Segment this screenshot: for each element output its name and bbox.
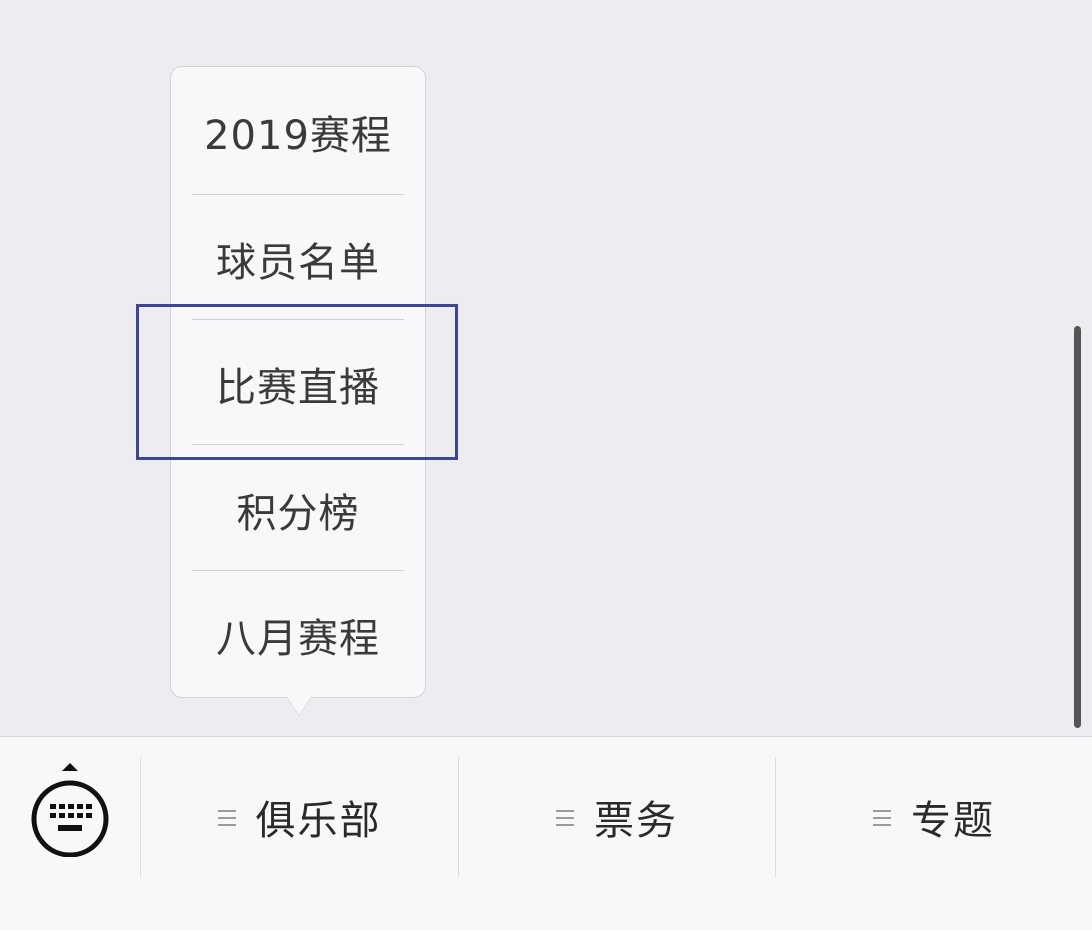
- menu-item-player-roster[interactable]: 球员名单: [171, 196, 425, 321]
- menu-icon: [556, 809, 574, 826]
- highlight-box: [136, 304, 458, 460]
- menu-item-label: 球员名单: [216, 239, 380, 286]
- bottom-menu-bar: 俱乐部 票务 专题: [0, 736, 1092, 930]
- menu-icon: [217, 809, 236, 826]
- scrollbar[interactable]: [1074, 326, 1081, 728]
- menu-item-standings[interactable]: 积分榜: [171, 447, 425, 572]
- menu-item-label: 2019赛程: [204, 112, 392, 159]
- menu-icon: [873, 809, 891, 826]
- tab-tickets[interactable]: 票务: [459, 767, 775, 867]
- tab-label: 俱乐部: [255, 798, 382, 844]
- menu-divider: [192, 570, 404, 571]
- tab-features[interactable]: 专题: [776, 767, 1092, 867]
- menu-item-label: 八月赛程: [216, 615, 380, 662]
- menu-item-label: 积分榜: [236, 490, 360, 537]
- popup-arrow: [287, 697, 311, 715]
- keyboard-icon: [31, 763, 109, 858]
- keyboard-toggle-button[interactable]: [24, 761, 116, 858]
- tab-label: 票务: [594, 798, 678, 844]
- menu-item-august-schedule[interactable]: 八月赛程: [171, 572, 425, 697]
- menu-item-2019-schedule[interactable]: 2019赛程: [171, 69, 425, 194]
- tab-club[interactable]: 俱乐部: [141, 767, 458, 867]
- tab-label: 专题: [911, 798, 995, 844]
- menu-divider: [192, 194, 404, 195]
